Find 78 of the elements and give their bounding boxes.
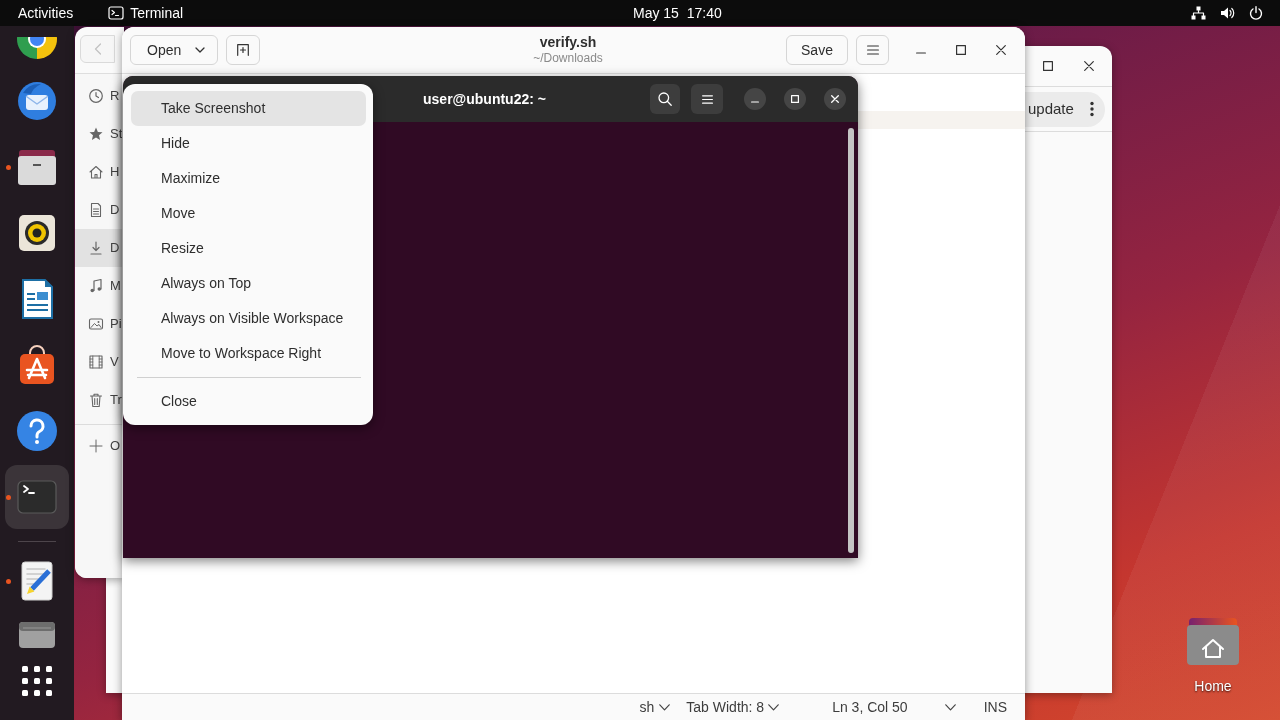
sidebar-item[interactable]: D <box>75 191 124 229</box>
home-folder-icon[interactable] <box>1185 616 1241 666</box>
language-dropdown[interactable]: sh <box>639 696 671 718</box>
maximize-icon[interactable] <box>1043 61 1053 71</box>
search-button[interactable] <box>650 84 680 114</box>
browser-icon[interactable] <box>15 37 59 59</box>
home-icon <box>88 164 104 180</box>
clock[interactable]: May 15 17:40 <box>633 3 722 23</box>
menu-item[interactable]: Resize <box>131 231 366 266</box>
document-title: verify.sh <box>539 34 597 50</box>
save-button[interactable]: Save <box>786 35 848 65</box>
new-tab-icon <box>237 44 250 56</box>
sidebar-item[interactable]: V <box>75 343 124 381</box>
help-icon[interactable] <box>15 409 59 453</box>
maximize-icon <box>791 95 799 103</box>
sidebar-item[interactable]: M <box>75 267 124 305</box>
power-icon[interactable] <box>1249 6 1263 20</box>
app-grid-icon[interactable] <box>21 665 53 697</box>
close-icon <box>831 95 839 103</box>
menu-item[interactable]: Move to Workspace Right <box>131 336 366 371</box>
update-button[interactable]: update <box>1025 91 1105 127</box>
volume-icon[interactable] <box>1220 6 1235 20</box>
sidebar-item[interactable]: R <box>75 77 124 115</box>
music-note-icon <box>88 278 104 294</box>
chevron-down-icon <box>768 703 780 711</box>
minimize-icon[interactable] <box>916 51 926 54</box>
envelope-icon[interactable] <box>15 79 59 123</box>
maximize-icon[interactable] <box>956 45 966 55</box>
tab-width-dropdown[interactable]: Tab Width: 8 <box>686 696 780 718</box>
cursor-position-button[interactable]: Ln 3, Col 50 <box>832 696 956 718</box>
close-icon[interactable] <box>1084 61 1094 71</box>
caret-down-icon <box>195 47 206 53</box>
film-icon <box>88 354 104 370</box>
app-menu-button[interactable]: Terminal <box>108 3 184 23</box>
icon-label: Home <box>1194 677 1232 696</box>
kebab-menu-icon <box>1090 101 1094 117</box>
new-tab-button[interactable] <box>226 35 261 65</box>
window-title: user@ubuntu22: ~ <box>423 89 546 109</box>
menu-item[interactable]: Always on Visible Workspace <box>131 301 366 336</box>
chevron-left-icon <box>93 43 102 55</box>
maximize-button[interactable] <box>784 88 806 110</box>
menu-icon <box>701 94 713 104</box>
menu-item[interactable]: Maximize <box>131 161 366 196</box>
menu-item[interactable]: Close <box>131 384 366 419</box>
open-button[interactable]: Open <box>130 35 219 65</box>
star-icon <box>88 126 104 142</box>
chevron-down-icon <box>944 703 956 711</box>
sidebar-item[interactable]: Tr <box>75 381 124 419</box>
minimize-icon <box>751 101 759 103</box>
menu-item[interactable]: Hide <box>131 126 366 161</box>
menu-item[interactable]: Always on Top <box>131 266 366 301</box>
sidebar-item[interactable]: D <box>75 229 124 267</box>
picture-icon <box>88 316 104 332</box>
search-icon <box>658 92 672 106</box>
close-icon[interactable] <box>996 45 1006 55</box>
sidebar-item[interactable]: H <box>75 153 124 191</box>
menu-icon <box>866 45 879 55</box>
menu-button[interactable] <box>691 84 723 114</box>
document-icon <box>88 202 104 218</box>
sidebar-item[interactable]: Pi <box>75 305 124 343</box>
close-button[interactable] <box>824 88 846 110</box>
sidebar-item[interactable]: St <box>75 115 124 153</box>
terminal-icon <box>108 6 125 20</box>
main-menu-button[interactable] <box>856 35 889 65</box>
chevron-down-icon <box>659 703 671 711</box>
menu-item[interactable]: Take Screenshot <box>131 91 366 126</box>
network-icon[interactable] <box>1191 6 1206 20</box>
insert-mode-label: INS <box>983 697 1007 717</box>
plus-icon <box>88 438 104 454</box>
scrollbar-thumb[interactable] <box>848 128 854 553</box>
menu-item[interactable]: Move <box>131 196 366 231</box>
document-path: ~/Downloads <box>533 50 603 66</box>
download-icon <box>88 240 104 256</box>
clock-icon <box>88 88 104 104</box>
sidebar-item[interactable]: O <box>75 427 124 465</box>
minimize-button[interactable] <box>744 88 766 110</box>
trash-icon <box>88 392 104 408</box>
activities-button[interactable]: Activities <box>18 3 74 23</box>
